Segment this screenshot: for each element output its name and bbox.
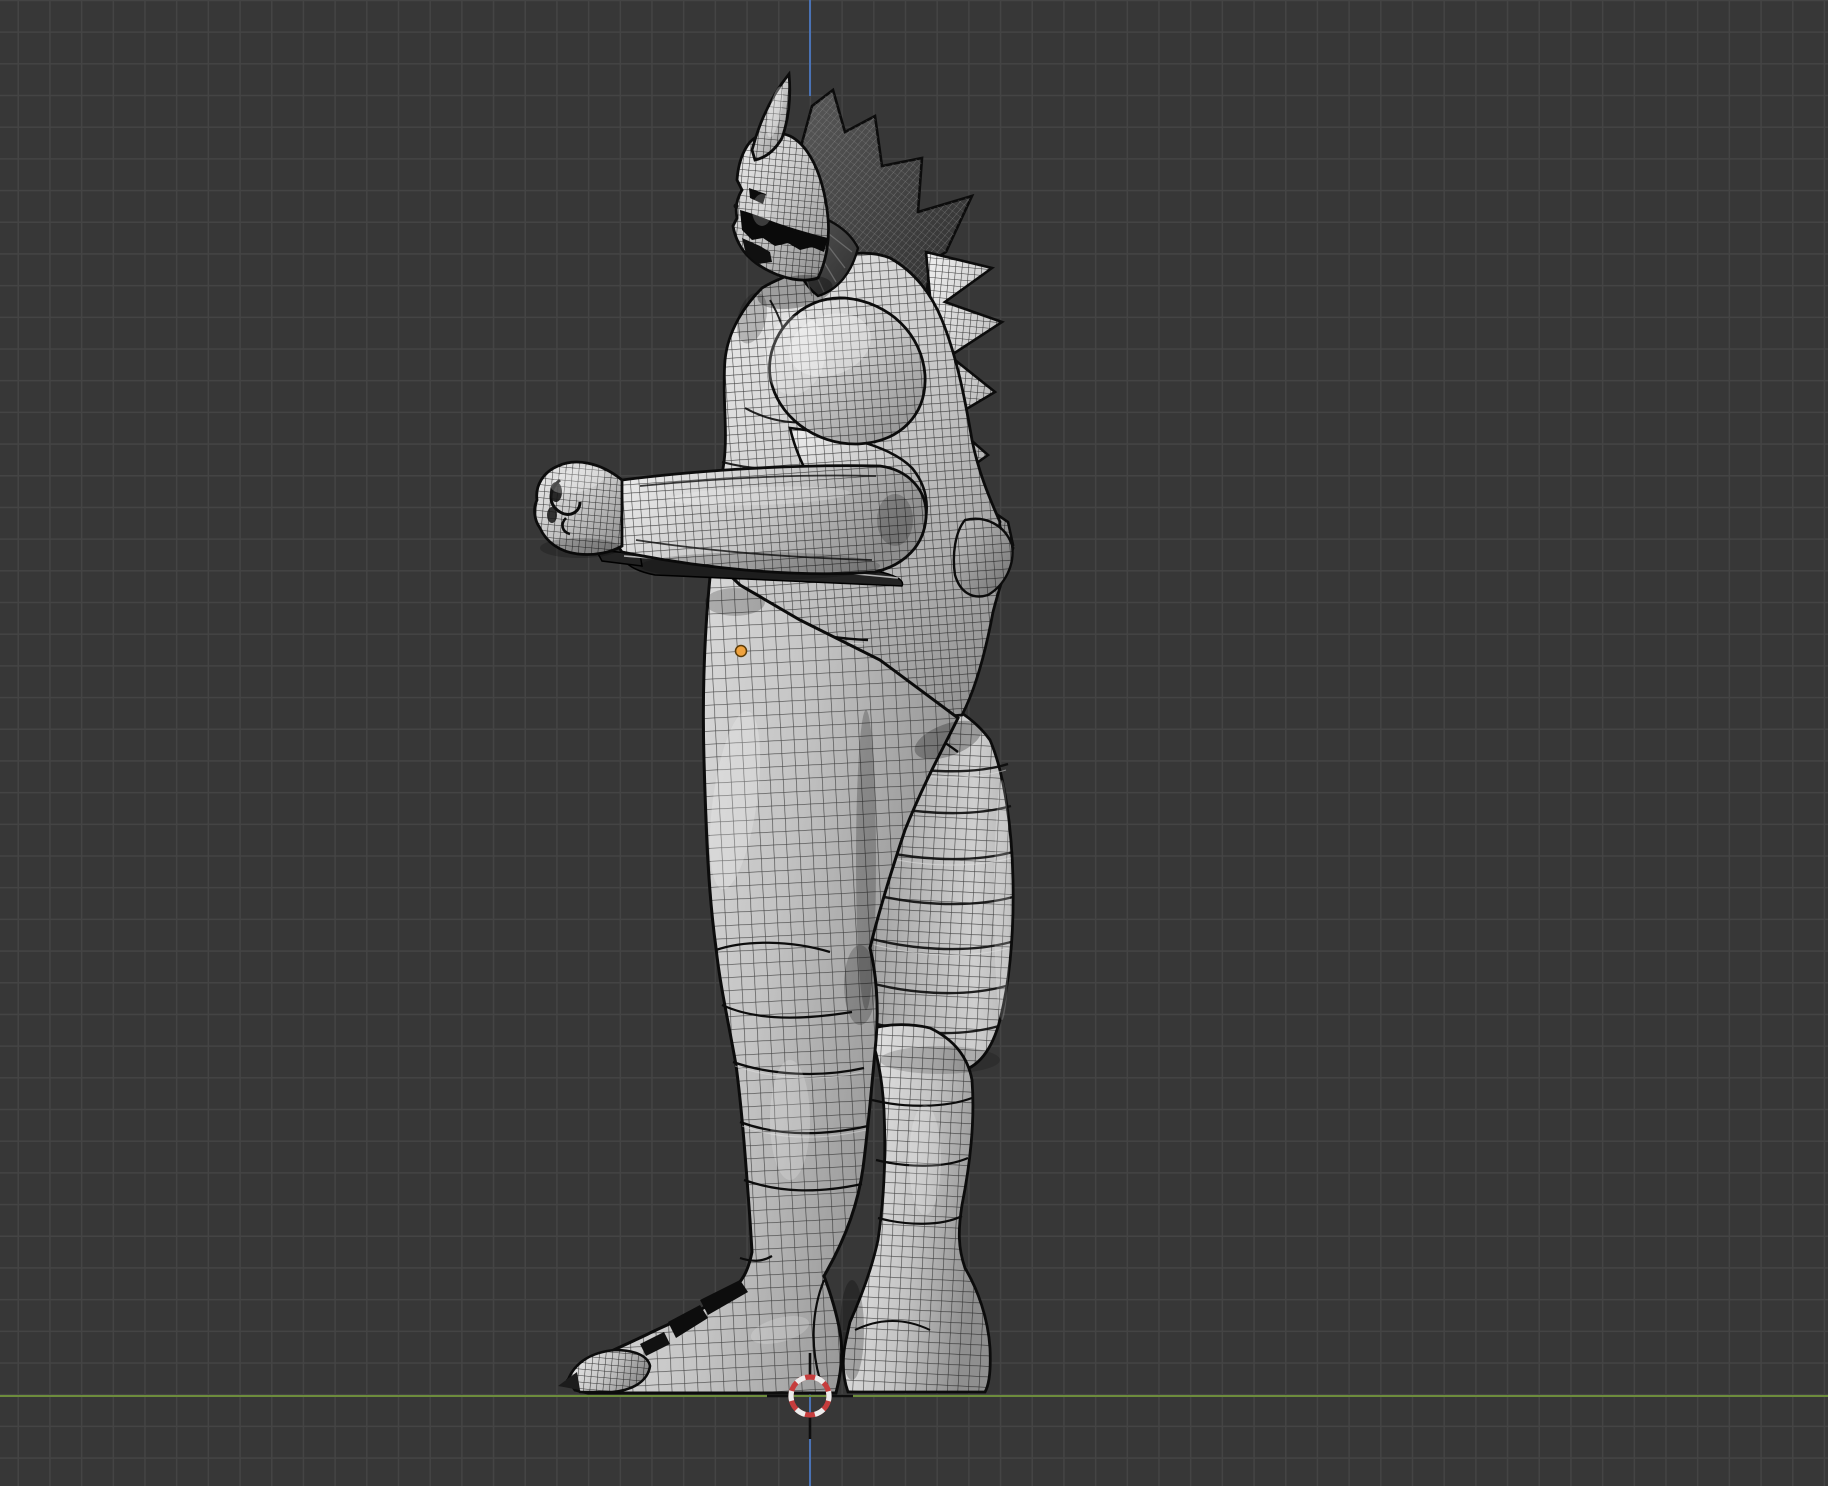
object-origin-dot[interactable] — [734, 644, 748, 658]
kaiju-model-mesh[interactable] — [533, 72, 1015, 1395]
model-layer — [533, 72, 1015, 1395]
model-nostril — [733, 203, 739, 209]
model-far-fist — [952, 517, 1014, 598]
viewport-3d[interactable] — [0, 0, 1828, 1486]
